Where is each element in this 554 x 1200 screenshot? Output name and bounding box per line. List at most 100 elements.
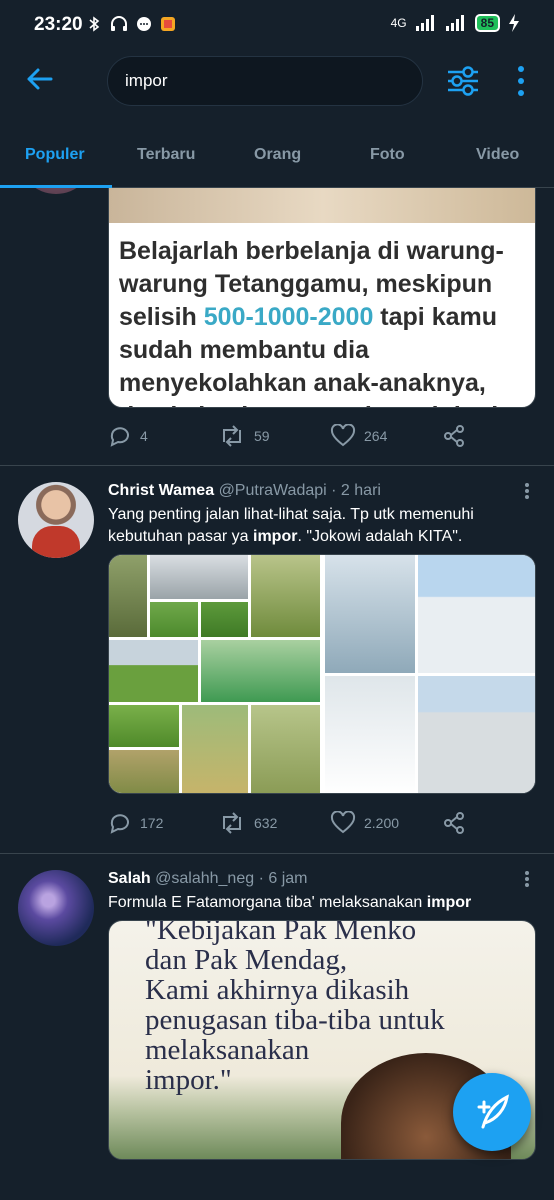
photo-tile [150,555,248,599]
tweet-header: Christ Wamea @PutraWadapi · 2 hari [108,482,381,500]
like-count: 2.200 [364,815,400,831]
author-handle[interactable]: @salahh_neg [155,870,254,887]
avatar[interactable] [18,482,94,558]
reply-button[interactable]: 4 [108,424,148,448]
headset-icon [111,16,127,31]
compose-tweet-button[interactable] [453,1073,531,1151]
share-icon [444,812,464,834]
overflow-menu-icon[interactable] [514,64,528,98]
search-term-highlight: impor [253,528,298,545]
tweet-header: Salah @salahh_neg · 6 jam [108,870,307,888]
tweet-menu-icon[interactable] [524,482,530,500]
heart-icon [330,424,356,447]
share-button[interactable] [442,424,466,448]
like-button[interactable]: 264 [330,424,387,448]
app-icon [161,17,175,31]
network-type: 4G [390,16,407,30]
image-text-line: dan Pak Mendag, [145,944,348,976]
search-results[interactable]: Belajarlah berbelanja di warung- warung … [0,188,554,1200]
tab-populer[interactable]: Populer [25,146,85,164]
like-button[interactable]: 2.200 [330,811,399,835]
avatar[interactable] [18,870,94,946]
image-text-line: sudah membantu dia [119,336,370,364]
retweet-icon [223,812,241,834]
heart-icon [330,811,356,834]
photo-tile [109,640,198,702]
image-text-line: melaksanakan [145,1034,310,1066]
image-text-line: dan kalau kamu meninggal dunia [119,400,529,407]
filter-settings-icon[interactable] [446,64,480,98]
image-text-part: selisih [119,303,204,331]
signal-icon [415,15,434,31]
like-count: 264 [364,428,388,444]
image-text-line: Belajarlah berbelanja di warung- [119,237,504,265]
tweet-actions: 172 632 2.200 [108,811,528,841]
tab-foto[interactable]: Foto [370,146,405,164]
system-nav-bar [0,1168,554,1200]
share-button[interactable] [442,811,466,835]
retweet-icon [223,425,241,447]
image-text-line: "Kebijakan Pak Menko [145,920,417,946]
compose-feather-icon [477,1094,509,1129]
photo-tile [109,555,147,637]
retweet-button[interactable]: 59 [218,424,270,448]
photo-collage[interactable] [108,554,536,794]
tab-video[interactable]: Video [476,146,519,164]
search-input[interactable]: impor [107,56,423,106]
tweet-menu-icon[interactable] [524,870,530,888]
tweet-text-part: Formula E Fatamorgana tiba' melaksanakan [108,894,427,911]
photo-tile [251,705,320,793]
tweet-time: · 2 hari [331,482,381,499]
photo-tile [201,602,248,637]
photo-tile [182,705,248,793]
chat-icon [137,17,151,31]
reply-icon [110,427,129,447]
reply-count: 4 [140,428,148,444]
image-text-line: Kami akhirnya dikasih [145,974,410,1006]
reply-button[interactable]: 172 [108,811,163,835]
photo-tile [251,555,320,637]
photo-tile [325,676,415,793]
photo-tile [418,676,535,793]
image-text-line: warung Tetanggamu, meskipun [119,270,493,298]
collage-right [325,555,535,793]
reply-icon [110,814,129,834]
tab-terbaru[interactable]: Terbaru [137,146,195,164]
image-text-line: penugasan tiba-tiba untuk [145,1004,445,1036]
author-handle[interactable]: @PutraWadapi [219,482,327,499]
share-icon [444,425,464,447]
tweet[interactable]: Belajarlah berbelanja di warung- warung … [0,188,554,466]
photo-tile [325,555,415,673]
system-status: 4G 85 [391,14,520,32]
bluetooth-icon [89,16,100,32]
tweet[interactable]: Christ Wamea @PutraWadapi · 2 hari Yang … [0,466,554,854]
battery-indicator: 85 [474,14,500,32]
tweet-image[interactable]: Belajarlah berbelanja di warung- warung … [108,188,536,408]
image-text: Belajarlah berbelanja di warung- warung … [119,235,529,407]
photo-tile [201,640,320,702]
status-bar: 23:20 4G 85 [0,0,554,50]
tweet-actions: 4 59 264 [108,424,528,454]
retweet-count: 59 [254,428,270,444]
search-term-highlight: impor [426,894,472,911]
image-top-strip [109,188,535,223]
collage-left [109,555,320,793]
photo-tile [109,750,179,793]
image-text-highlight: 500-1000-2000 [203,303,374,331]
back-arrow-icon[interactable] [24,64,54,94]
reply-count: 172 [140,815,164,831]
image-text-part: tapi kamu [373,303,498,331]
avatar-shirt [32,526,80,558]
author-name[interactable]: Christ Wamea [108,482,214,499]
retweet-count: 632 [254,815,278,831]
avatar[interactable] [18,188,94,194]
retweet-button[interactable]: 632 [218,811,277,835]
tweet-time: · 6 jam [258,870,308,887]
author-name[interactable]: Salah [108,870,151,887]
charging-icon [509,14,519,32]
tweet-text-part: . "Jokowi adalah KITA". [297,528,463,545]
search-tabs: Populer Terbaru Orang Foto Video [0,130,554,188]
status-time: 23:20 [34,14,83,35]
tweet-text: Yang penting jalan lihat-lihat saja. Tp … [108,504,528,548]
tab-orang[interactable]: Orang [254,146,301,164]
